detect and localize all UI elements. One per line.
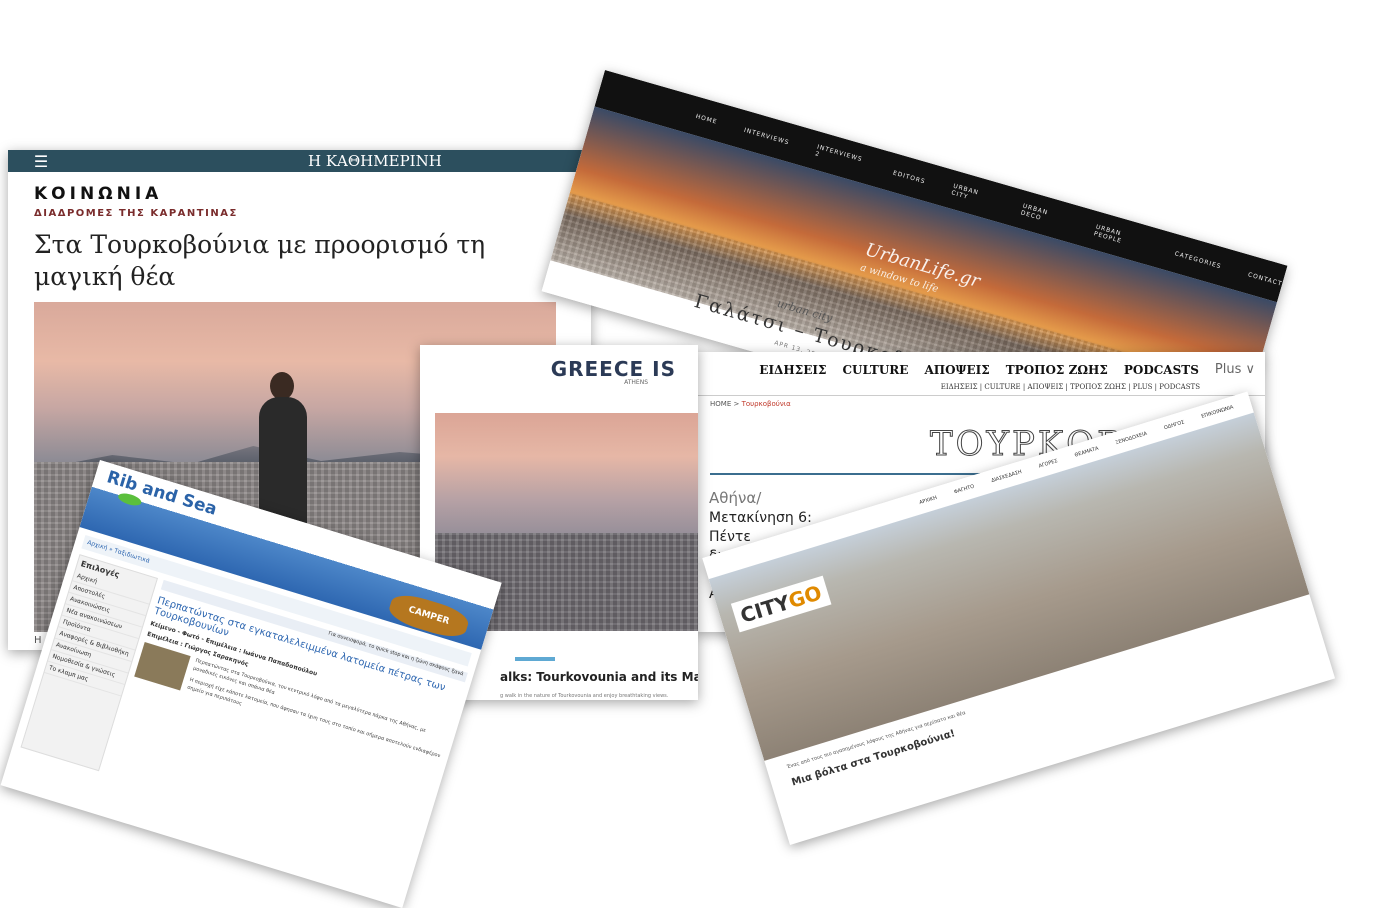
nav-item[interactable]: INTERVIEWS 2 (814, 144, 868, 172)
nav-item[interactable]: CULTURE (842, 363, 908, 377)
breadcrumb: HOME > Τουρκοβούνια (695, 396, 1265, 408)
nav-item[interactable]: INTERVIEWS (743, 126, 790, 146)
category-tag[interactable] (515, 657, 555, 661)
nav-item[interactable]: ΞΕΝΟΔΟΧΕΙΑ (1115, 431, 1148, 446)
photo-caption: Η (34, 635, 42, 646)
greece-is-logo[interactable]: GREECE IS (551, 357, 676, 381)
citygo-logo-city: CITY (737, 590, 793, 628)
section-label[interactable]: ΚΟΙΝΩΝΙΑ (34, 184, 591, 204)
nav-item[interactable]: ΕΙΔΗΣΕΙΣ (759, 363, 826, 377)
kathimerini-topbar: ☰ Η ΚΑΘΗΜΕΡΙΝΗ (8, 150, 591, 172)
citygo-logo-go: GO (785, 580, 825, 614)
nav-item[interactable]: ΑΓΟΡΕΣ (1038, 458, 1058, 469)
nav-item[interactable]: ΑΡΧΙΚΗ (919, 495, 938, 506)
article-title[interactable]: alks: Tourkovounia and its Magical (500, 670, 698, 684)
citygo-logo[interactable]: CITYGO (730, 575, 832, 633)
hamburger-menu-icon[interactable]: ☰ (26, 152, 56, 171)
nav-item[interactable]: CONTACT (1247, 271, 1283, 288)
nav-item[interactable]: HOME (695, 112, 718, 125)
nav-item[interactable]: ΤΡΟΠΟΣ ΖΩΗΣ (1006, 363, 1108, 377)
post-thumbnail (134, 642, 191, 691)
article-description: g walk in the nature of Tourkovounia and… (500, 693, 669, 699)
nav-item[interactable]: ΦΑΓΗΤΟ (953, 484, 975, 496)
nav-item[interactable]: ΘΕΑΜΑΤΑ (1074, 446, 1099, 459)
nav-item[interactable]: CATEGORIES (1174, 250, 1222, 270)
nav-item[interactable]: URBAN PEOPLE (1093, 224, 1150, 253)
article-headline: Στα Τουρκοβούνια με προορισμό τη μαγική … (34, 230, 486, 291)
kathimerini-logo[interactable]: Η ΚΑΘΗΜΕΡΙΝΗ (308, 152, 442, 170)
nav-item[interactable]: ΕΠΙΚΟΙΝΩΝΙΑ (1201, 404, 1235, 419)
plus-dropdown[interactable]: Plus ∨ (1215, 362, 1255, 377)
subsection-label[interactable]: ΔΙΑΔΡΟΜΕΣ ΤΗΣ ΚΑΡΑΝΤΙΝΑΣ (34, 208, 591, 219)
nav-item[interactable]: EDITORS (892, 169, 926, 185)
article-kicker[interactable]: Αθήνα/ (709, 489, 761, 507)
main-nav: ΕΙΔΗΣΕΙΣ CULTURE ΑΠΟΨΕΙΣ ΤΡΟΠΟΣ ΖΩΗΣ POD… (695, 352, 1265, 377)
person-head (270, 372, 294, 400)
greece-is-city: ATHENS (624, 379, 648, 386)
nav-item[interactable]: ΔΙΑΣΚΕΔΑΣΗ (991, 469, 1023, 484)
nav-item[interactable]: URBAN DECO (1020, 203, 1070, 230)
nav-item[interactable]: ΟΔΗΓΟΣ (1163, 419, 1185, 431)
nav-item[interactable]: URBAN CITY (950, 183, 996, 209)
sub-nav[interactable]: ΕΙΔΗΣΕΙΣ | CULTURE | ΑΠΟΨΕΙΣ | ΤΡΟΠΟΣ ΖΩ… (695, 377, 1265, 396)
nav-item[interactable]: ΑΠΟΨΕΙΣ (924, 363, 989, 377)
breadcrumb-home[interactable]: HOME > (710, 400, 739, 408)
nav-item[interactable]: PODCASTS (1124, 363, 1199, 377)
breadcrumb-current: Τουρκοβούνια (741, 400, 791, 408)
